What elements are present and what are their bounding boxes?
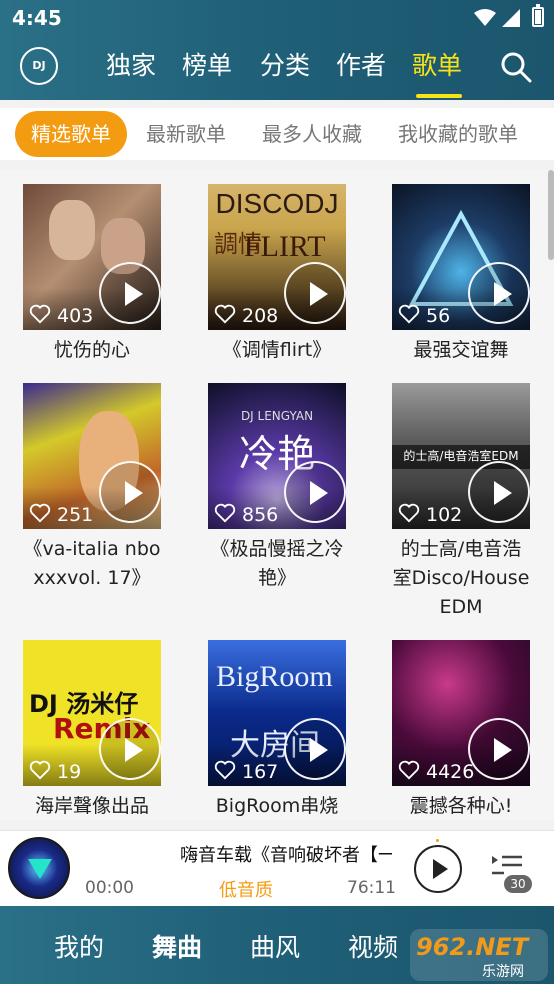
playlist-cover[interactable]: 的士高/电音浩室EDM 102 [392,383,530,529]
status-bar: 4:45 [0,0,554,36]
current-time: 00:00 [85,878,134,898]
status-time: 4:45 [12,6,62,30]
top-header: 4:45 DJ 独家 榜单 分类 作者 歌单 [0,0,554,100]
play-icon[interactable] [99,461,161,523]
battery-icon [532,4,544,27]
nav-videos[interactable]: 视频 [348,928,398,964]
like-count: 856 [242,504,279,526]
play-icon[interactable] [284,461,346,523]
playlist-card[interactable]: BigRoom 大房间 167 BigRoom串烧 [208,640,346,820]
playlist-card[interactable]: DISCODJ 調情 FLIRT 208 《调情flirt》 [208,184,346,365]
queue-count-badge: 30 [504,875,532,893]
playlist-cover[interactable]: BigRoom 大房间 167 [208,640,346,786]
wifi-icon [474,9,496,26]
filter-featured[interactable]: 精选歌单 [15,111,127,157]
tab-charts[interactable]: 榜单 [182,46,232,82]
total-time: 76:11 [347,878,396,898]
heart-icon [214,760,236,780]
like-count: 251 [57,504,94,526]
heart-icon [214,503,236,523]
grid-scrollbar[interactable] [548,170,554,260]
playlist-title[interactable]: 震撼各种心! [392,792,530,820]
play-icon[interactable] [99,262,161,324]
tab-playlists[interactable]: 歌单 [412,46,462,82]
mini-player[interactable]: 嗨音车载《音响破坏者【一 00:00 低音质 76:11 30 [0,830,554,906]
heart-icon [398,760,420,780]
watermark-sub: 乐游网 [482,964,524,980]
play-icon[interactable] [468,262,530,324]
nav-mine[interactable]: 我的 [54,928,104,964]
tab-authors[interactable]: 作者 [336,46,386,82]
cover-text: BigRoom [216,660,333,693]
playlist-cover[interactable]: DJ 汤米仔 Remix 19 [23,640,161,786]
playlist-cover[interactable]: 251 [23,383,161,529]
playlist-title[interactable]: 忧伤的心 [23,336,161,365]
playlist-filter-tabs: 精选歌单 最新歌单 最多人收藏 我收藏的歌单 [0,108,554,160]
playlist-card[interactable]: 56 最强交谊舞 [392,184,530,365]
playlist-title[interactable]: 《va-italia nboxxxvol. 17》 [23,535,161,593]
playlist-cover[interactable]: 56 [392,184,530,330]
like-count: 167 [242,761,279,783]
like-count: 19 [57,761,82,783]
playlist-title[interactable]: 《调情flirt》 [208,336,346,365]
playlist-title[interactable]: 《极品慢摇之冷艳》 [208,535,346,593]
heart-icon [398,503,420,523]
playlist-card[interactable]: 403 忧伤的心 [23,184,161,365]
playlist-cover[interactable]: 403 [23,184,161,330]
playlist-card[interactable]: DJ 汤米仔 Remix 19 海岸聲像出品 [23,640,161,820]
playlist-cover[interactable]: 4426 [392,640,530,786]
playlist-queue-button[interactable]: 30 [490,853,532,893]
cover-text: FLIRT [244,230,326,263]
play-icon[interactable] [284,262,346,324]
progress-dot [436,839,439,842]
album-disc[interactable] [8,837,70,899]
bottom-nav: 我的 舞曲 曲风 视频 962.NET 乐游网 [0,906,554,984]
tab-categories[interactable]: 分类 [260,46,310,82]
heart-icon [29,503,51,523]
like-count: 403 [57,305,94,327]
nav-genres[interactable]: 曲风 [250,928,300,964]
nav-dance-music[interactable]: 舞曲 [152,928,202,964]
filter-most-collected[interactable]: 最多人收藏 [262,111,362,157]
play-icon[interactable] [284,718,346,780]
watermark-main: 962.NET [416,933,529,961]
filter-latest[interactable]: 最新歌单 [146,111,226,157]
playlist-card[interactable]: DJ LENGYAN 冷艳 856 《极品慢摇之冷艳》 [208,383,346,593]
heart-icon [214,304,236,324]
playlist-grid: 403 忧伤的心 DISCODJ 調情 FLIRT 208 《调情flirt》 … [0,170,554,820]
playlist-cover[interactable]: DISCODJ 調情 FLIRT 208 [208,184,346,330]
playlist-title[interactable]: BigRoom串烧 [208,792,346,820]
play-pause-button[interactable] [414,845,462,893]
signal-icon [502,9,520,27]
like-count: 56 [426,305,451,327]
filter-my-collections[interactable]: 我收藏的歌单 [398,111,518,157]
play-icon[interactable] [468,461,530,523]
active-tab-indicator [416,94,462,98]
now-playing-title[interactable]: 嗨音车载《音响破坏者【一 [180,841,392,867]
heart-icon [29,760,51,780]
site-watermark: 962.NET 乐游网 [410,929,548,981]
quality-selector[interactable]: 低音质 [219,876,273,902]
playlist-title[interactable]: 海岸聲像出品 [23,792,161,820]
app-logo-icon[interactable]: DJ [20,47,58,85]
search-icon[interactable] [500,51,532,83]
cover-text: DISCODJ [215,188,339,219]
playlist-card[interactable]: 251 《va-italia nboxxxvol. 17》 [23,383,161,593]
playlist-cover[interactable]: DJ LENGYAN 冷艳 856 [208,383,346,529]
cover-text: DJ LENGYAN [240,409,314,423]
play-icon[interactable] [468,718,530,780]
playlist-title[interactable]: 最强交谊舞 [392,336,530,365]
tab-exclusive[interactable]: 独家 [106,46,156,82]
playlist-card[interactable]: 4426 震撼各种心! [392,640,530,820]
playlist-card[interactable]: 的士高/电音浩室EDM 102 的士高/电音浩室Disco/HouseEDM [392,383,530,622]
heart-icon [398,304,420,324]
like-count: 208 [242,305,279,327]
like-count: 102 [426,504,463,526]
playlist-title[interactable]: 的士高/电音浩室Disco/HouseEDM [392,535,530,622]
like-count: 4426 [426,761,475,783]
play-icon[interactable] [99,718,161,780]
heart-icon [29,304,51,324]
